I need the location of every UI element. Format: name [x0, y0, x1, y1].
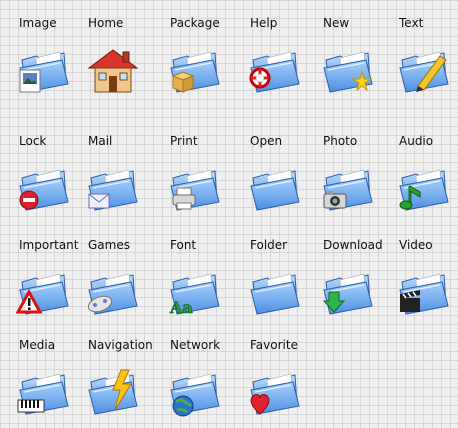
- icon-label: Lock: [19, 134, 47, 148]
- icon-tile-open[interactable]: Open: [250, 134, 324, 224]
- photo-folder-icon[interactable]: [320, 160, 376, 216]
- icon-label: Text: [399, 16, 424, 30]
- network-folder-icon[interactable]: [167, 364, 223, 420]
- icon-label: Games: [88, 238, 130, 252]
- audio-folder-icon[interactable]: [396, 160, 452, 216]
- navigation-folder-icon[interactable]: [85, 364, 141, 420]
- lock-folder-icon[interactable]: [16, 160, 72, 216]
- icon-label: Network: [170, 338, 221, 352]
- icon-label: Open: [250, 134, 283, 148]
- icon-label: Audio: [399, 134, 434, 148]
- icon-tile-print[interactable]: Print: [170, 134, 244, 224]
- icon-tile-font[interactable]: Font Aa: [167, 238, 244, 328]
- new-folder-icon[interactable]: [320, 42, 376, 98]
- icon-label: Navigation: [88, 338, 153, 352]
- svg-text:Aa: Aa: [169, 298, 193, 317]
- media-folder-icon[interactable]: [16, 364, 72, 420]
- icon-label: Important: [19, 238, 79, 252]
- icon-tile-network[interactable]: Network: [170, 338, 244, 428]
- icon-tile-important[interactable]: Important: [16, 238, 93, 328]
- icon-tile-download[interactable]: Download: [320, 238, 397, 328]
- important-folder-icon[interactable]: [16, 264, 72, 320]
- icon-label: Print: [170, 134, 198, 148]
- font-folder-icon[interactable]: Aa: [167, 264, 223, 320]
- games-folder-icon[interactable]: [85, 264, 141, 320]
- print-folder-icon[interactable]: [167, 160, 223, 216]
- icon-label: New: [323, 16, 350, 30]
- icon-tile-photo[interactable]: Photo: [323, 134, 397, 224]
- icon-tile-text[interactable]: Text: [399, 16, 458, 106]
- icon-label: Mail: [88, 134, 113, 148]
- icon-tile-lock[interactable]: Lock: [19, 134, 93, 224]
- icon-tile-audio[interactable]: Audio: [399, 134, 458, 224]
- icon-tile-mail[interactable]: Mail: [88, 134, 162, 224]
- icon-tile-video[interactable]: Video: [399, 238, 458, 328]
- favorite-folder-icon[interactable]: [247, 364, 303, 420]
- video-folder-icon[interactable]: [396, 264, 452, 320]
- icon-tile-favorite[interactable]: Favorite: [250, 338, 324, 428]
- icon-tile-navigation[interactable]: Navigation: [88, 338, 162, 428]
- icon-tile-media[interactable]: Media: [16, 338, 93, 428]
- icon-grid: Image Home Package Help New Text Lock Ma…: [0, 0, 458, 427]
- icon-label: Home: [88, 16, 124, 30]
- icon-tile-games[interactable]: Games: [85, 238, 162, 328]
- icon-label: Package: [170, 16, 220, 30]
- icon-label: Video: [399, 238, 433, 252]
- open-folder-icon[interactable]: [247, 160, 303, 216]
- icon-tile-home[interactable]: Home: [85, 16, 162, 106]
- home-icon[interactable]: [85, 42, 141, 98]
- icon-tile-package[interactable]: Package: [170, 16, 244, 106]
- icon-tile-new[interactable]: New: [323, 16, 397, 106]
- text-folder-icon[interactable]: [396, 42, 452, 98]
- icon-tile-image[interactable]: Image: [19, 16, 93, 106]
- icon-tile-help[interactable]: Help: [247, 16, 324, 106]
- icon-label: Media: [19, 338, 56, 352]
- mail-folder-icon[interactable]: [85, 160, 141, 216]
- icon-label: Favorite: [250, 338, 298, 352]
- icon-label: Help: [250, 16, 278, 30]
- folder-icon[interactable]: [247, 264, 303, 320]
- icon-label: Image: [19, 16, 57, 30]
- icon-label: Photo: [323, 134, 358, 148]
- image-folder-icon[interactable]: [16, 42, 72, 98]
- icon-label: Folder: [250, 238, 288, 252]
- package-folder-icon[interactable]: [167, 42, 223, 98]
- icon-tile-folder[interactable]: Folder: [250, 238, 324, 328]
- icon-label: Download: [323, 238, 383, 252]
- help-folder-icon[interactable]: [247, 42, 303, 98]
- download-folder-icon[interactable]: [320, 264, 376, 320]
- icon-label: Font: [170, 238, 197, 252]
